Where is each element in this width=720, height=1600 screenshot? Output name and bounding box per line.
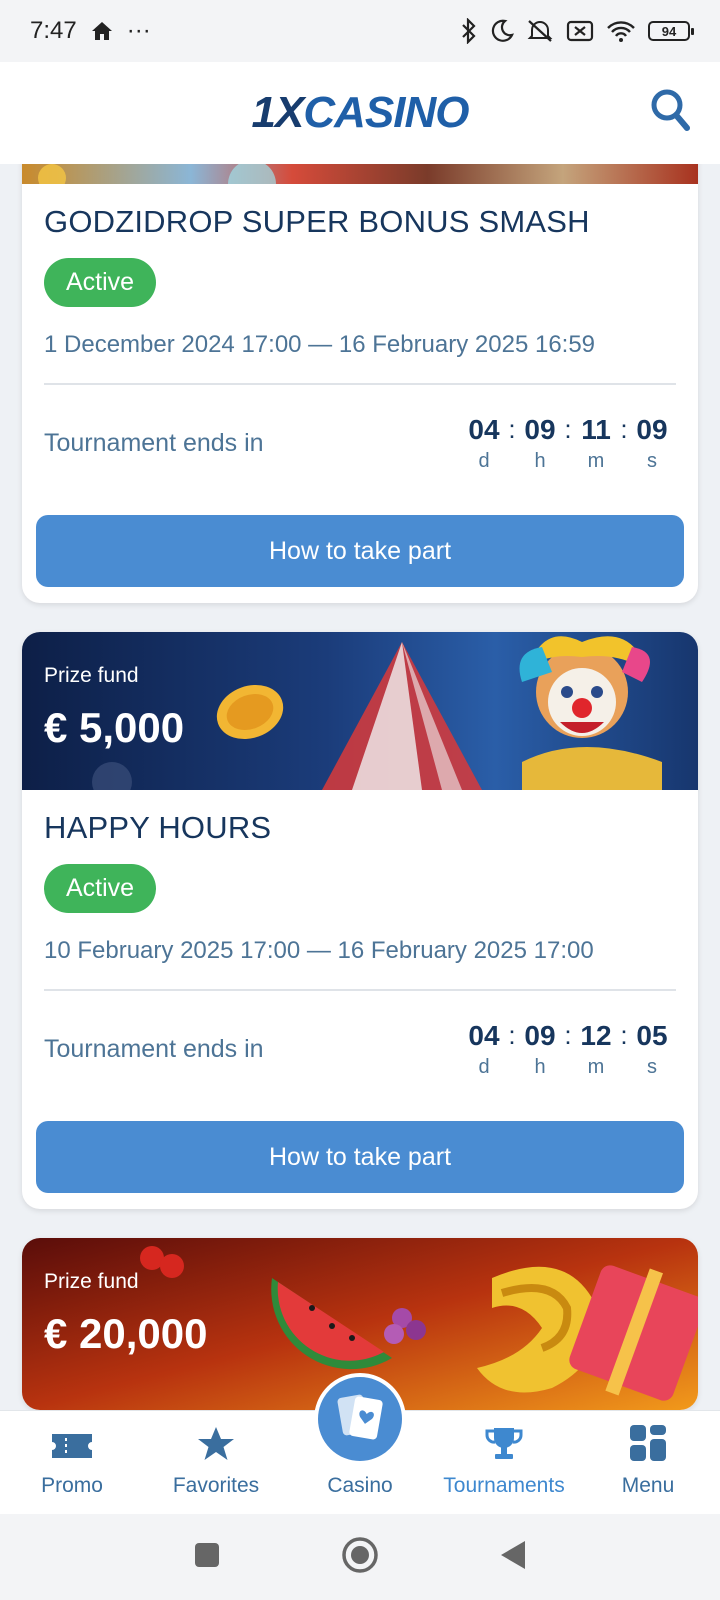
nav-casino[interactable]: Casino [288, 1373, 432, 1514]
nav-menu[interactable]: Menu [576, 1411, 720, 1514]
prize-fund-value: € 5,000 [44, 704, 185, 751]
timer-separator: : [508, 413, 516, 444]
nav-promo[interactable]: Promo [0, 1411, 144, 1514]
tournament-banner: Prize fund € 5,000 [22, 632, 698, 790]
countdown-row: Tournament ends in 04 d : 09 h : 11 m : 09 s [44, 385, 676, 501]
ends-label: Tournament ends in [44, 428, 264, 457]
home-icon [91, 21, 113, 41]
nav-casino-label: Casino [327, 1474, 393, 1497]
nav-favorites[interactable]: Favorites [144, 1411, 288, 1514]
trophy-icon [484, 1426, 524, 1468]
prize-fund-value: € 20,000 [44, 1310, 208, 1357]
nav-tournaments-label: Tournaments [443, 1474, 565, 1497]
ends-label: Tournament ends in [44, 1034, 264, 1063]
countdown-timer: 04 d : 09 h : 11 m : 09 s [460, 414, 676, 473]
nav-menu-label: Menu [621, 1474, 675, 1497]
how-to-take-part-button[interactable]: How to take part [36, 515, 684, 587]
countdown-timer: 04 d : 09 h : 12 m : 05 s [460, 1020, 676, 1079]
app-header: 1XCASINO [0, 62, 720, 164]
silent-icon [526, 18, 554, 44]
timer-hours: 09 h [524, 1019, 556, 1078]
status-bar: 7:47 ··· 94 [0, 0, 720, 62]
wifi-icon [606, 19, 636, 43]
tournament-title: HAPPY HOURS [44, 810, 272, 845]
tournament-title: GODZIDROP SUPER BONUS SMASH [44, 204, 590, 239]
how-to-take-part-button[interactable]: How to take part [36, 1121, 684, 1193]
casino-logo[interactable]: 1XCASINO [252, 88, 470, 138]
home-button[interactable] [341, 1536, 379, 1579]
prize-fund-label: Prize fund [44, 1270, 139, 1293]
ticket-icon [50, 1430, 94, 1468]
moon-icon [490, 19, 514, 43]
tournament-dates: 10 February 2025 17:00 — 16 February 202… [44, 937, 594, 964]
bottom-navigation: Promo Favorites Casino Tournaments Menu [0, 1373, 720, 1514]
star-icon [196, 1426, 236, 1468]
countdown-row: Tournament ends in 04 d : 09 h : 12 m : 05 s [44, 991, 676, 1107]
status-time: 7:47 [30, 17, 77, 44]
timer-hours: 09 h [524, 413, 556, 472]
bluetooth-icon [460, 18, 478, 44]
timer-days: 04 d [468, 1019, 500, 1078]
casino-fab[interactable] [314, 1373, 406, 1465]
timer-separator: : [564, 413, 572, 444]
battery-indicator: 94 [648, 21, 694, 41]
status-more: ··· [126, 17, 151, 44]
playing-card-icon [336, 1390, 384, 1448]
timer-separator: : [620, 413, 628, 444]
system-navigation-bar [0, 1514, 720, 1600]
nav-promo-label: Promo [41, 1474, 103, 1497]
timer-separator: : [508, 1019, 516, 1050]
search-button[interactable] [650, 88, 690, 137]
tournament-dates: 1 December 2024 17:00 — 16 February 2025… [44, 331, 596, 358]
timer-seconds: 09 s [636, 413, 668, 472]
prize-fund-label: Prize fund [44, 664, 139, 687]
tournament-banner-image [22, 164, 698, 184]
sim-off-icon [566, 19, 594, 43]
status-badge: Active [44, 864, 157, 913]
timer-separator: : [620, 1019, 628, 1050]
nav-favorites-label: Favorites [172, 1474, 260, 1497]
nav-tournaments[interactable]: Tournaments [432, 1411, 576, 1514]
recents-button[interactable] [193, 1541, 221, 1574]
grid-menu-icon [629, 1424, 667, 1468]
timer-minutes: 12 m [580, 1019, 612, 1078]
timer-separator: : [564, 1019, 572, 1050]
status-badge: Active [44, 258, 157, 307]
timer-seconds: 05 s [636, 1019, 668, 1078]
timer-days: 04 d [468, 413, 500, 472]
tournament-card: Prize fund € 5,000 HAPPY HOURS Active 10… [22, 632, 698, 1209]
tournament-list[interactable]: GODZIDROP SUPER BONUS SMASH Active 1 Dec… [0, 164, 720, 1410]
timer-minutes: 11 m [581, 413, 611, 472]
search-icon [650, 89, 690, 136]
tournament-card: GODZIDROP SUPER BONUS SMASH Active 1 Dec… [22, 164, 698, 603]
back-button[interactable] [499, 1539, 527, 1576]
